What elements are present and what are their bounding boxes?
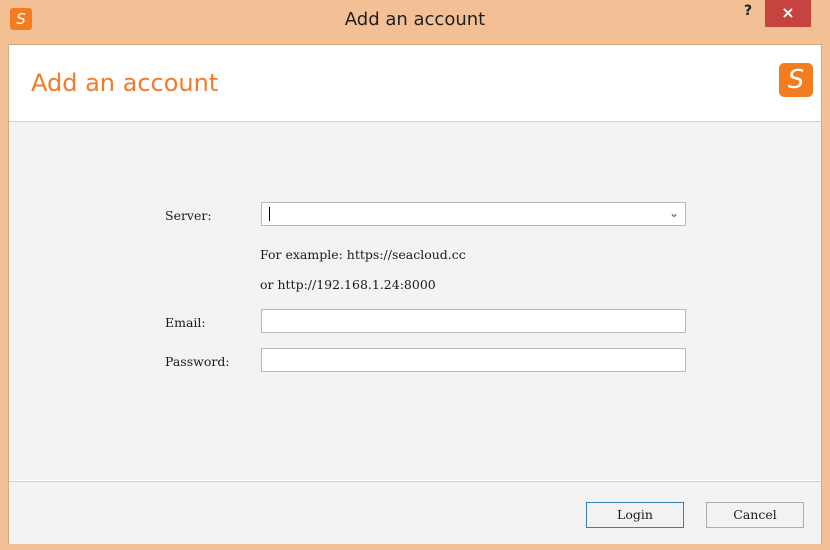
server-combobox[interactable]: ⌄	[261, 202, 686, 226]
cancel-button[interactable]: Cancel	[706, 502, 804, 528]
dialog-header: Add an account S	[9, 45, 821, 122]
window-title: Add an account	[344, 9, 486, 30]
email-field[interactable]	[261, 309, 686, 333]
seafile-logo-icon: S	[779, 63, 813, 97]
page-title: Add an account	[31, 69, 219, 97]
text-caret	[269, 207, 270, 221]
password-field[interactable]	[261, 348, 686, 372]
chevron-down-icon[interactable]: ⌄	[669, 206, 679, 220]
dialog-client-area: Add an account S Server: ⌄ For example: …	[8, 44, 822, 544]
add-account-window: S Add an account ? × Add an account S Se…	[0, 0, 830, 550]
form-area: Server: ⌄ For example: https://seacloud.…	[9, 122, 821, 480]
server-label: Server:	[165, 208, 212, 223]
title-bar[interactable]: S Add an account ? ×	[0, 0, 830, 44]
dialog-footer: Login Cancel	[9, 481, 821, 544]
close-button[interactable]: ×	[765, 0, 811, 27]
email-label: Email:	[165, 315, 206, 330]
help-button[interactable]: ?	[734, 0, 762, 26]
login-button[interactable]: Login	[586, 502, 684, 528]
server-hint-line1: For example: https://seacloud.cc	[260, 247, 466, 262]
password-label: Password:	[165, 354, 230, 369]
server-hint-line2: or http://192.168.1.24:8000	[260, 277, 436, 292]
